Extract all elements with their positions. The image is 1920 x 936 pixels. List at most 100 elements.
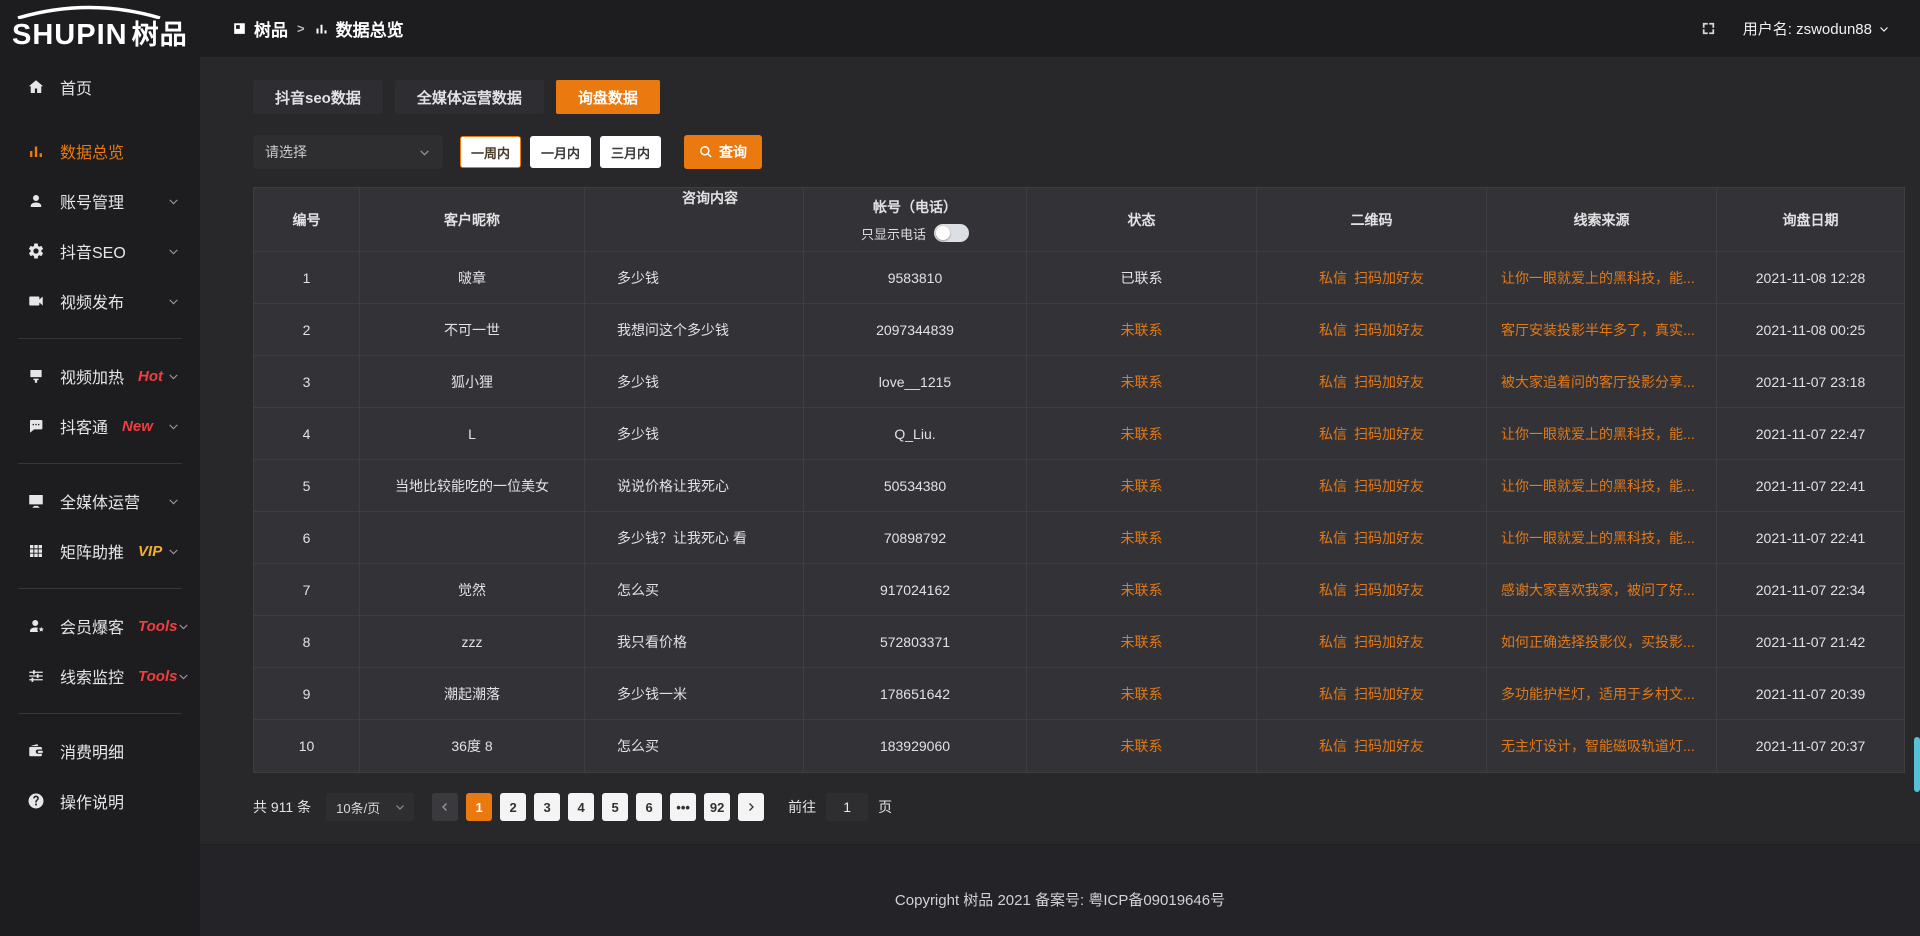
sidebar-item-home[interactable]: 首页 bbox=[0, 62, 200, 112]
page-button-2[interactable]: 2 bbox=[500, 793, 526, 821]
cell-qrcode: 私信扫码加好友 bbox=[1257, 408, 1487, 459]
range-button-一月内[interactable]: 一月内 bbox=[530, 136, 591, 168]
qr-link[interactable]: 私信 bbox=[1319, 684, 1347, 704]
page-size-select[interactable]: 10条/页 bbox=[326, 793, 414, 821]
phone-only-label: 只显示电话 bbox=[861, 224, 926, 243]
breadcrumb-item[interactable]: 树品 bbox=[232, 16, 288, 41]
cell-nickname: 当地比较能吃的一位美女 bbox=[360, 460, 585, 511]
source-link[interactable]: 让你一眼就爱上的黑科技，能... bbox=[1501, 424, 1695, 444]
sidebar-badge: Tools bbox=[138, 668, 177, 685]
source-link[interactable]: 多功能护栏灯，适用于乡村文... bbox=[1501, 684, 1695, 704]
chevron-down-icon bbox=[167, 245, 180, 258]
scrollbar-thumb[interactable] bbox=[1914, 737, 1920, 792]
qr-link[interactable]: 私信 bbox=[1319, 424, 1347, 444]
range-button-一周内[interactable]: 一周内 bbox=[460, 136, 521, 168]
sidebar-item-sliders[interactable]: 线索监控Tools bbox=[0, 651, 200, 701]
cell-date: 2021-11-07 22:41 bbox=[1717, 460, 1905, 511]
source-link[interactable]: 如何正确选择投影仪，买投影... bbox=[1501, 632, 1695, 652]
sidebar-item-member[interactable]: 会员爆客Tools bbox=[0, 601, 200, 651]
cell-nickname: 不可一世 bbox=[360, 304, 585, 355]
qr-link[interactable]: 私信 bbox=[1319, 736, 1347, 756]
sidebar-item-user[interactable]: 账号管理 bbox=[0, 176, 200, 226]
qr-link[interactable]: 扫码加好友 bbox=[1354, 632, 1424, 652]
cell-nickname: 潮起潮落 bbox=[360, 668, 585, 719]
page-button-5[interactable]: 5 bbox=[602, 793, 628, 821]
source-link[interactable]: 让你一眼就爱上的黑科技，能... bbox=[1501, 476, 1695, 496]
page-button-1[interactable]: 1 bbox=[466, 793, 492, 821]
sidebar-item-wallet[interactable]: 消费明细 bbox=[0, 726, 200, 776]
qr-link[interactable]: 扫码加好友 bbox=[1354, 424, 1424, 444]
sidebar-item-chart[interactable]: 数据总览 bbox=[0, 126, 200, 176]
sidebar-item-video[interactable]: 视频发布 bbox=[0, 276, 200, 326]
page-button-92[interactable]: 92 bbox=[704, 793, 730, 821]
cell-account: 183929060 bbox=[804, 720, 1027, 772]
qr-link[interactable]: 扫码加好友 bbox=[1354, 372, 1424, 392]
tab-询盘数据[interactable]: 询盘数据 bbox=[556, 80, 660, 114]
source-link[interactable]: 让你一眼就爱上的黑科技，能... bbox=[1501, 528, 1695, 548]
next-page-button[interactable] bbox=[738, 793, 764, 821]
fullscreen-icon[interactable] bbox=[1700, 20, 1717, 37]
sidebar-item-question[interactable]: 操作说明 bbox=[0, 776, 200, 826]
cell-account: love__1215 bbox=[804, 356, 1027, 407]
sidebar-item-chat[interactable]: 抖客通New bbox=[0, 401, 200, 451]
chevron-down-icon bbox=[167, 420, 180, 433]
goto-page-input[interactable] bbox=[826, 793, 868, 821]
pagination: 共 911 条 10条/页 123456•••92 前往 页 bbox=[253, 793, 1905, 821]
qr-link[interactable]: 扫码加好友 bbox=[1354, 476, 1424, 496]
sidebar-item-monitor[interactable]: 全媒体运营 bbox=[0, 476, 200, 526]
sidebar-item-label: 全媒体运营 bbox=[60, 489, 140, 513]
sidebar-item-heat[interactable]: 视频加热Hot bbox=[0, 351, 200, 401]
column-header: 编号 bbox=[254, 188, 360, 251]
cell-qrcode: 私信扫码加好友 bbox=[1257, 668, 1487, 719]
qr-link[interactable]: 扫码加好友 bbox=[1354, 528, 1424, 548]
breadcrumb-label: 数据总览 bbox=[336, 16, 404, 41]
page-button-6[interactable]: 6 bbox=[636, 793, 662, 821]
qr-link[interactable]: 扫码加好友 bbox=[1354, 736, 1424, 756]
chart-icon bbox=[314, 21, 329, 36]
monitor-icon bbox=[27, 492, 45, 510]
sidebar-divider bbox=[18, 588, 182, 589]
cell-date: 2021-11-07 22:47 bbox=[1717, 408, 1905, 459]
qr-link[interactable]: 私信 bbox=[1319, 580, 1347, 600]
page-button-4[interactable]: 4 bbox=[568, 793, 594, 821]
tab-抖音seo数据[interactable]: 抖音seo数据 bbox=[253, 80, 383, 114]
page-ellipsis-button[interactable]: ••• bbox=[670, 793, 696, 821]
range-button-三月内[interactable]: 三月内 bbox=[600, 136, 661, 168]
app-logo[interactable]: SHUPIN树品 bbox=[0, 0, 200, 52]
sidebar-menu: 首页数据总览账号管理抖音SEO视频发布视频加热Hot抖客通New 全媒体运营矩阵助… bbox=[0, 52, 200, 826]
qr-link[interactable]: 私信 bbox=[1319, 476, 1347, 496]
qr-link[interactable]: 私信 bbox=[1319, 320, 1347, 340]
qr-link[interactable]: 私信 bbox=[1319, 372, 1347, 392]
breadcrumb-item[interactable]: 数据总览 bbox=[314, 16, 404, 41]
source-link[interactable]: 无主灯设计，智能磁吸轨道灯... bbox=[1501, 736, 1695, 756]
source-link[interactable]: 被大家追着问的客厅投影分享... bbox=[1501, 372, 1695, 392]
sidebar: SHUPIN树品 首页数据总览账号管理抖音SEO视频发布视频加热Hot抖客通Ne… bbox=[0, 0, 200, 936]
sidebar-item-gear[interactable]: 抖音SEO bbox=[0, 226, 200, 276]
prev-page-button[interactable] bbox=[432, 793, 458, 821]
cell-source: 让你一眼就爱上的黑科技，能... bbox=[1487, 512, 1717, 563]
source-link[interactable]: 感谢大家喜欢我家，被问了好... bbox=[1501, 580, 1695, 600]
tab-全媒体运营数据[interactable]: 全媒体运营数据 bbox=[395, 80, 544, 114]
qr-link[interactable]: 私信 bbox=[1319, 632, 1347, 652]
phone-only-toggle[interactable] bbox=[934, 224, 969, 242]
user-menu[interactable]: 用户名: zswodun88 bbox=[1743, 18, 1890, 39]
sidebar-divider bbox=[18, 463, 182, 464]
qr-link[interactable]: 扫码加好友 bbox=[1354, 268, 1424, 288]
qr-link[interactable]: 扫码加好友 bbox=[1354, 684, 1424, 704]
qr-link[interactable]: 私信 bbox=[1319, 528, 1347, 548]
sidebar-item-grid[interactable]: 矩阵助推VIP bbox=[0, 526, 200, 576]
qr-link[interactable]: 私信 bbox=[1319, 268, 1347, 288]
cell-account: 917024162 bbox=[804, 564, 1027, 615]
grid-icon bbox=[27, 542, 45, 560]
query-button[interactable]: 查询 bbox=[684, 135, 762, 169]
cell-no: 3 bbox=[254, 356, 360, 407]
column-header: 询盘日期 bbox=[1717, 188, 1905, 251]
sidebar-item-label: 首页 bbox=[60, 75, 92, 99]
source-link[interactable]: 客厅安装投影半年多了，真实... bbox=[1501, 320, 1695, 340]
account-select[interactable]: 请选择 bbox=[253, 135, 443, 169]
source-link[interactable]: 让你一眼就爱上的黑科技，能... bbox=[1501, 268, 1695, 288]
qr-link[interactable]: 扫码加好友 bbox=[1354, 320, 1424, 340]
qr-link[interactable]: 扫码加好友 bbox=[1354, 580, 1424, 600]
page-button-3[interactable]: 3 bbox=[534, 793, 560, 821]
cell-no: 2 bbox=[254, 304, 360, 355]
